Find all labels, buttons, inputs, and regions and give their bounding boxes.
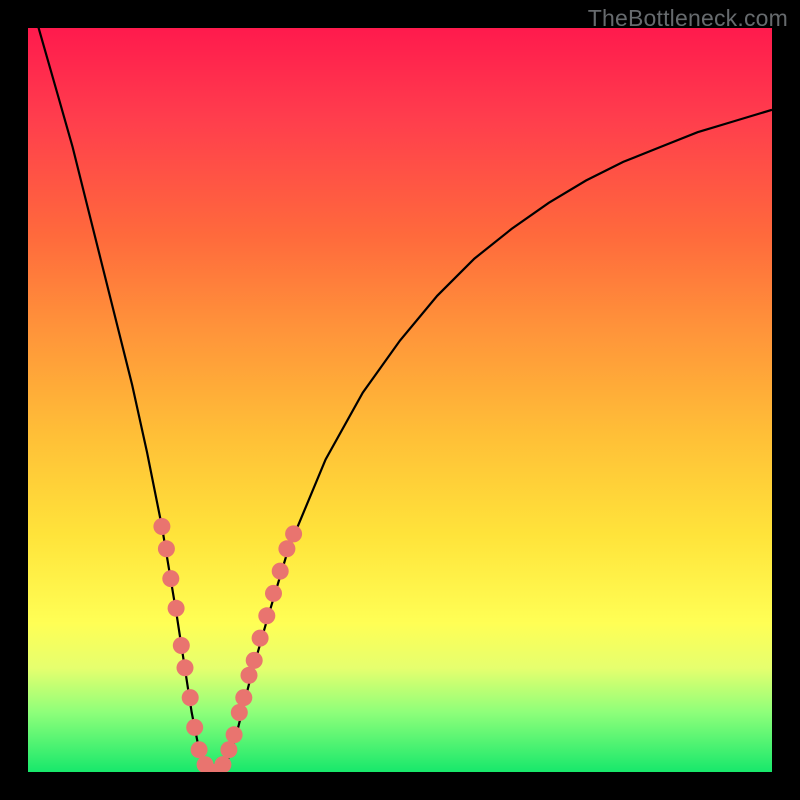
data-point — [241, 667, 258, 684]
data-point-group — [153, 518, 302, 772]
data-point — [173, 637, 190, 654]
data-point — [220, 741, 237, 758]
data-point — [226, 726, 243, 743]
data-point — [153, 518, 170, 535]
data-point — [265, 585, 282, 602]
data-point — [168, 600, 185, 617]
data-point — [246, 652, 263, 669]
data-point — [158, 540, 175, 557]
data-point — [191, 741, 208, 758]
data-point — [235, 689, 252, 706]
chart-svg — [28, 28, 772, 772]
data-point — [182, 689, 199, 706]
data-point — [285, 525, 302, 542]
data-point — [186, 719, 203, 736]
data-point — [231, 704, 248, 721]
data-point — [258, 607, 275, 624]
bottleneck-curve — [28, 28, 772, 772]
data-point — [278, 540, 295, 557]
data-point — [252, 630, 269, 647]
watermark-text: TheBottleneck.com — [588, 5, 788, 32]
chart-plot-area — [28, 28, 772, 772]
data-point — [272, 563, 289, 580]
data-point — [162, 570, 179, 587]
data-point — [177, 659, 194, 676]
chart-frame: TheBottleneck.com — [0, 0, 800, 800]
